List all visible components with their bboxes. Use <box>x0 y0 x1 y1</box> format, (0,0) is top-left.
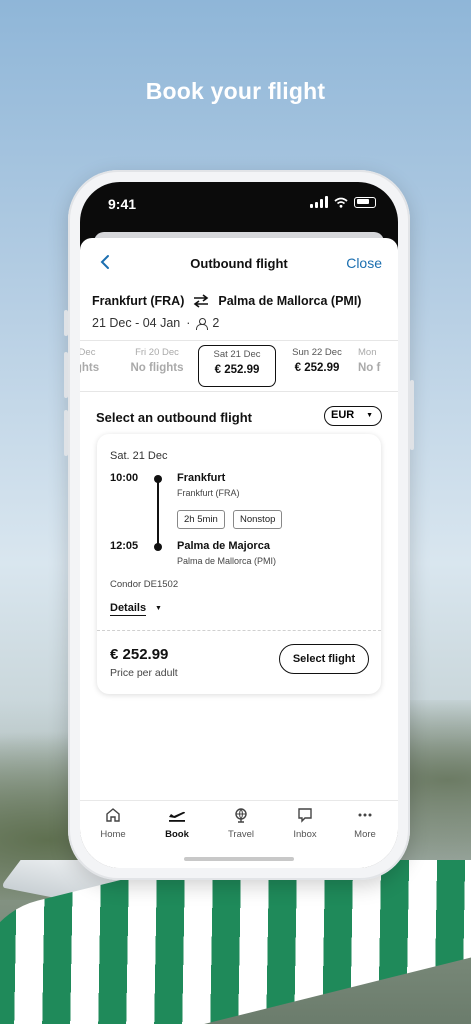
date-selector[interactable]: Dec ghts Fri 20 Dec No flights Sat 21 De… <box>80 340 398 392</box>
currency-dropdown[interactable]: EUR ▼ <box>324 406 382 426</box>
arrival-city: Palma de Majorca <box>177 540 270 552</box>
tab-more[interactable]: More <box>334 807 396 840</box>
headline: Book your flight <box>145 78 326 104</box>
section-title: Select an outbound flight <box>96 410 252 425</box>
separator-dot: · <box>186 316 191 330</box>
timeline-line <box>157 480 159 548</box>
wifi-icon <box>334 197 348 208</box>
tab-inbox[interactable]: Inbox <box>274 807 336 840</box>
date-option[interactable]: Mon No f <box>350 347 398 374</box>
tab-travel[interactable]: Travel <box>210 807 272 840</box>
flight-card[interactable]: Sat. 21 Dec 10:00 Frankfurt Frankfurt (F… <box>97 434 381 694</box>
route-summary: Frankfurt (FRA) Palma de Mallorca (PMI) … <box>80 286 398 338</box>
tab-bar: Home Book Travel Inbox More <box>80 800 398 868</box>
date-option[interactable]: Dec ghts <box>80 347 106 374</box>
arrival-time: 12:05 <box>110 540 139 552</box>
date-option[interactable]: Fri 20 Dec No flights <box>118 347 196 374</box>
tab-book[interactable]: Book <box>146 807 208 840</box>
select-flight-button[interactable]: Select flight <box>279 644 369 674</box>
booking-sheet: Outbound flight Close Frankfurt (FRA) Pa… <box>80 238 398 868</box>
status-bar: 9:41 <box>80 182 398 228</box>
card-divider <box>97 630 381 631</box>
travel-dates: 21 Dec - 04 Jan <box>92 316 181 330</box>
passenger-count: 2 <box>212 316 220 330</box>
arrival-airport: Palma de Mallorca (PMI) <box>177 556 277 566</box>
duration-chip: 2h 5min <box>177 510 225 529</box>
phone-side-button <box>64 310 68 336</box>
chat-icon <box>298 808 312 823</box>
signal-icon <box>310 196 328 208</box>
phone-power-button <box>410 380 414 450</box>
home-indicator <box>184 857 294 861</box>
nav-bar: Outbound flight Close <box>80 238 398 286</box>
origin-airport: Frankfurt (FRA) <box>92 294 185 308</box>
tab-home[interactable]: Home <box>82 807 144 840</box>
globe-icon <box>235 808 247 823</box>
departure-time: 10:00 <box>110 472 139 484</box>
swap-icon[interactable] <box>192 294 210 308</box>
departure-city: Frankfurt <box>177 472 226 484</box>
date-option[interactable]: Sun 22 Dec € 252.99 <box>278 347 356 374</box>
airplane-image <box>0 860 471 1024</box>
date-option-selected[interactable]: Sat 21 Dec € 252.99 <box>198 345 276 387</box>
phone-side-button <box>64 410 68 456</box>
timeline-dot <box>154 543 162 551</box>
phone-frame: 9:41 Outbound flight Close Frankfurt (FR… <box>64 170 414 880</box>
stops-chip: Nonstop <box>233 510 283 529</box>
status-time: 9:41 <box>108 196 137 212</box>
destination-airport: Palma de Mallorca (PMI) <box>218 294 362 308</box>
caret-down-icon: ▼ <box>366 412 373 419</box>
caret-down-icon: ▼ <box>155 605 162 612</box>
battery-icon <box>354 196 376 208</box>
more-icon <box>358 813 372 817</box>
flight-number: Condor DE1502 <box>110 579 179 590</box>
passenger-icon <box>196 317 209 330</box>
phone-side-button <box>64 352 68 398</box>
status-icons <box>310 196 376 208</box>
departure-airport: Frankfurt (FRA) <box>177 488 240 498</box>
phone-screen: 9:41 Outbound flight Close Frankfurt (FR… <box>80 182 398 868</box>
close-button[interactable]: Close <box>346 255 382 271</box>
details-link[interactable]: Details <box>110 602 147 616</box>
select-header: Select an outbound flight EUR ▼ <box>80 392 398 436</box>
home-icon <box>106 808 120 822</box>
flight-price: € 252.99 <box>110 646 169 663</box>
plane-icon <box>169 811 185 822</box>
price-note: Price per adult <box>110 667 178 679</box>
flight-date: Sat. 21 Dec <box>110 450 168 462</box>
